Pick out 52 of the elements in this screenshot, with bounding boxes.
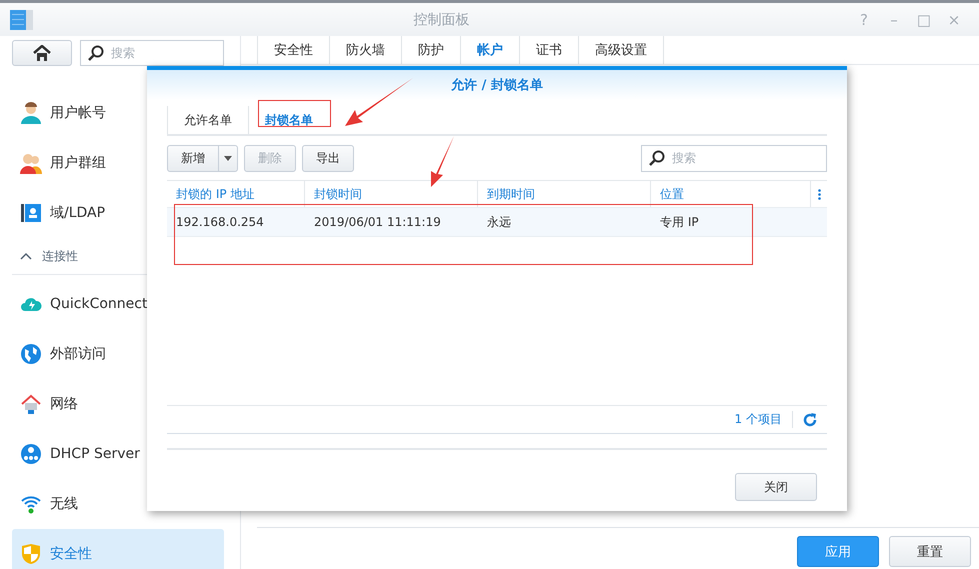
caret-icon: [224, 156, 232, 160]
sidebar-item-label: 网络: [50, 395, 78, 413]
search-field[interactable]: 搜索: [80, 40, 224, 66]
user-icon: [20, 102, 42, 124]
globe-icon: [20, 343, 42, 365]
chevron-up-icon: [20, 252, 32, 260]
dialog-title: 允许 / 封锁名单: [451, 77, 543, 94]
search-icon: [88, 45, 104, 61]
sidebar-item-label: 用户群组: [50, 154, 106, 172]
sidebar-item[interactable]: QuickConnect: [12, 279, 224, 329]
network-icon: [20, 443, 42, 465]
close-button[interactable]: 关闭: [735, 473, 817, 501]
refresh-icon[interactable]: [803, 412, 817, 426]
tab[interactable]: 封锁名单: [248, 106, 329, 134]
sidebar-item[interactable]: 网络: [12, 379, 224, 429]
table-cell-text: 2019/06/01 11:11:19: [313, 214, 442, 231]
users-icon: [20, 152, 42, 174]
tab[interactable]: 高级设置: [578, 36, 664, 64]
toolbar-button[interactable]: 新增: [167, 144, 238, 172]
sidebar-item[interactable]: 外部访问: [12, 329, 224, 379]
app-icon: [10, 8, 34, 30]
sidebar-item-label: QuickConnect: [50, 296, 148, 312]
toolbar-button[interactable]: 导出: [302, 144, 354, 172]
section-label: 连接性: [42, 248, 78, 264]
reset-button[interactable]: 重置: [889, 536, 971, 567]
home-icon: [33, 45, 51, 61]
sidebar-item-label: 外部访问: [50, 345, 106, 363]
sidebar-item-label: 安全性: [50, 545, 92, 563]
tab[interactable]: 安全性: [257, 36, 329, 64]
sidebar-item-label: 无线: [50, 495, 78, 513]
sidebar-item[interactable]: 无线: [12, 479, 224, 529]
house-icon: [20, 393, 42, 415]
tab[interactable]: 帐户: [460, 36, 519, 64]
tab[interactable]: 防火墙: [329, 36, 401, 64]
home-button[interactable]: [12, 40, 72, 66]
sidebar-item-label: 域/LDAP: [50, 204, 106, 222]
table-cell-text: 永远: [486, 214, 512, 230]
search-icon: [649, 150, 665, 166]
id-card-icon: [20, 202, 42, 224]
tab[interactable]: 防护: [401, 36, 460, 64]
more-icon[interactable]: [818, 188, 820, 200]
item-count: 1 个项目: [734, 411, 793, 428]
sidebar-item-label: DHCP Server: [50, 446, 140, 462]
shield-icon: [20, 543, 42, 565]
table-cell-text: 专用 IP: [659, 214, 700, 230]
search-field[interactable]: 搜索: [641, 144, 827, 172]
sidebar-item-label: 用户帐号: [50, 104, 106, 122]
table-cell-text: 192.168.0.254: [175, 214, 265, 231]
tab[interactable]: 允许名单: [167, 106, 248, 134]
window-title: 控制面板: [412, 10, 470, 28]
tab[interactable]: 证书: [519, 36, 578, 64]
sidebar-item[interactable]: DHCP Server: [12, 429, 224, 479]
